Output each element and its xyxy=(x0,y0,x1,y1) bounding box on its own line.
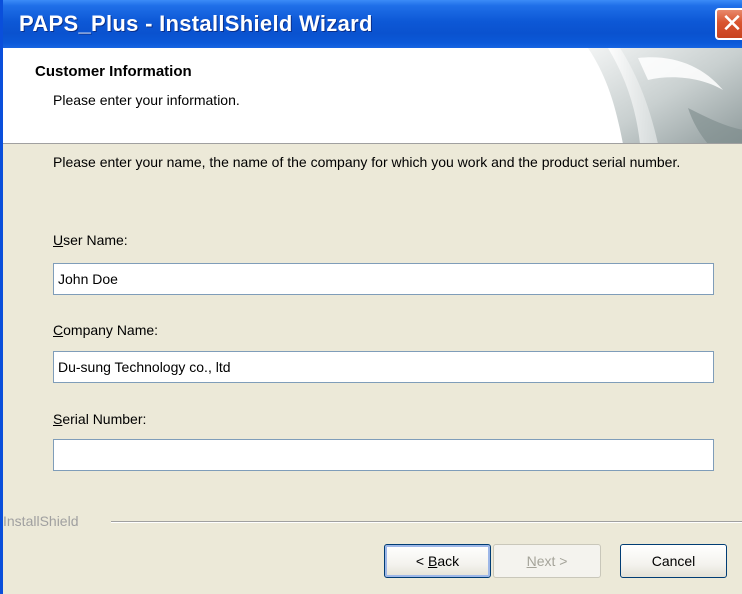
wizard-header: Customer Information Please enter your i… xyxy=(3,48,742,144)
title-bar[interactable]: PAPS_Plus - InstallShield Wizard ✕ xyxy=(3,0,742,48)
serial-number-label: Serial Number: xyxy=(53,411,146,427)
cancel-button[interactable]: Cancel xyxy=(620,544,727,578)
company-name-input[interactable] xyxy=(53,351,714,383)
user-name-label: User Name: xyxy=(53,232,128,248)
installshield-brand: InstallShield xyxy=(3,513,85,529)
company-name-mnemonic: C xyxy=(53,322,64,338)
close-button[interactable]: ✕ xyxy=(715,8,742,40)
next-button[interactable]: Next > xyxy=(493,544,601,578)
serial-number-input[interactable] xyxy=(53,439,714,471)
page-title: Customer Information xyxy=(35,63,192,80)
back-mnemonic: B xyxy=(427,553,438,569)
installshield-wizard-window: PAPS_Plus - InstallShield Wizard ✕ Custo… xyxy=(0,0,742,594)
back-button[interactable]: < Back xyxy=(384,544,491,578)
next-label-rest: ext > xyxy=(536,553,568,569)
page-subtitle: Please enter your information. xyxy=(53,92,240,108)
company-name-label-text: ompany Name: xyxy=(63,322,159,338)
separator-rule xyxy=(111,521,742,523)
wizard-body: Please enter your name, the name of the … xyxy=(3,144,742,594)
window-title: PAPS_Plus - InstallShield Wizard xyxy=(19,11,373,36)
installshield-separator: InstallShield xyxy=(3,513,742,529)
back-label-rest: ack xyxy=(437,553,460,569)
back-prefix: < xyxy=(415,553,428,569)
instructions-text: Please enter your name, the name of the … xyxy=(53,154,681,170)
close-icon: ✕ xyxy=(721,8,742,38)
page-curl-graphic-icon xyxy=(588,48,742,143)
company-name-label: Company Name: xyxy=(53,322,158,338)
serial-number-label-text: erial Number: xyxy=(62,411,147,427)
user-name-label-text: ser Name: xyxy=(63,232,128,248)
serial-number-mnemonic: S xyxy=(53,411,63,427)
user-name-mnemonic: U xyxy=(53,232,64,248)
user-name-input[interactable] xyxy=(53,263,714,295)
next-mnemonic: N xyxy=(526,553,537,569)
